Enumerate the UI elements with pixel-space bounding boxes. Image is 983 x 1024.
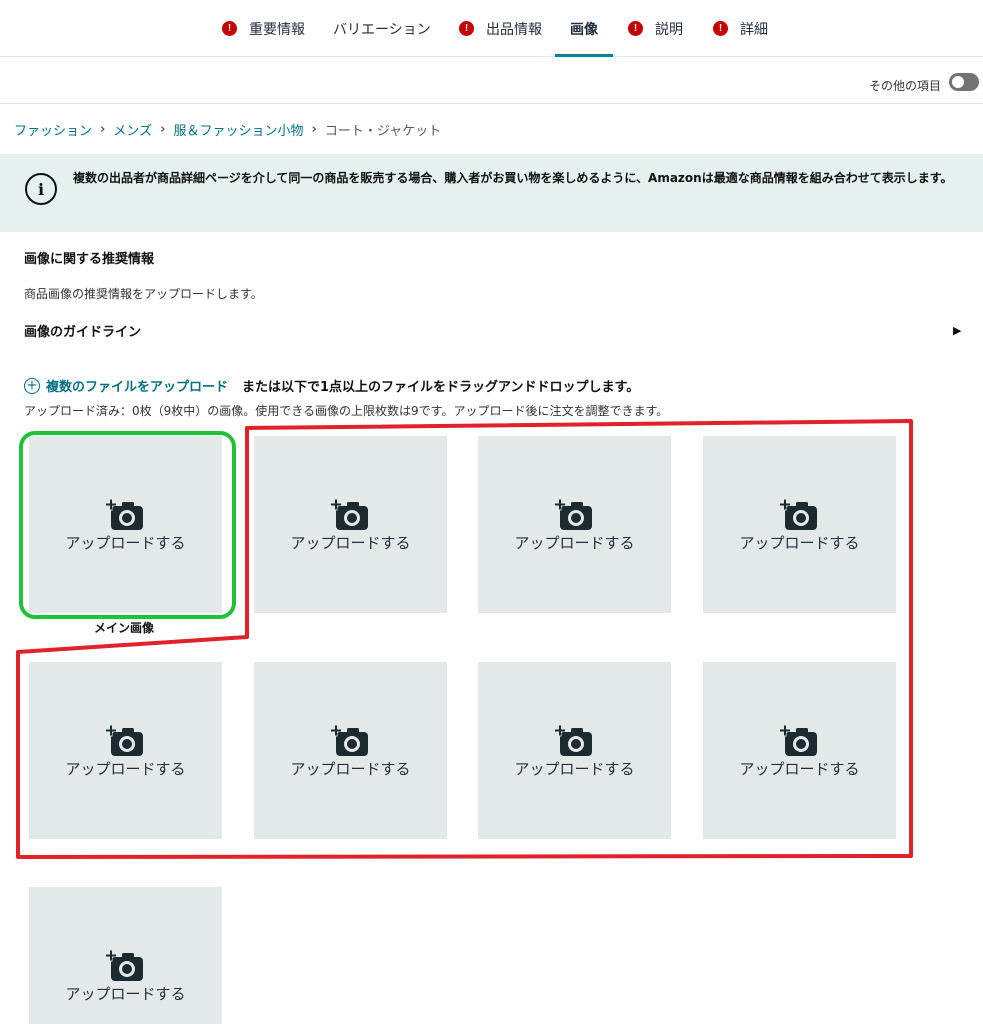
image-guidelines-toggle[interactable]: 画像のガイドライン — [24, 321, 141, 340]
upload-link-label: 複数のファイルをアップロード — [46, 380, 229, 395]
tab-label: 画像 — [570, 21, 598, 38]
image-upload-slot[interactable]: アップロードする — [703, 436, 896, 613]
tab-images[interactable]: 画像 — [555, 0, 613, 57]
alert-icon: ! — [713, 21, 728, 36]
alert-icon: ! — [222, 21, 237, 36]
upload-slot-label: アップロードする — [739, 534, 860, 552]
image-recommendation-description: 商品画像の推奨情報をアップロードします。 — [24, 287, 263, 301]
drag-drop-hint: または以下で1点以上のファイルをドラッグアンドドロップします。 — [242, 380, 640, 395]
image-upload-slot[interactable]: アップロードする — [703, 662, 896, 839]
add-camera-icon — [779, 498, 819, 532]
add-camera-icon — [330, 724, 370, 758]
image-upload-slot[interactable]: アップロードする — [254, 662, 447, 839]
upload-slot-label: アップロードする — [739, 760, 860, 778]
tab-offer[interactable]: ! 出品情報 — [459, 0, 542, 57]
upload-count-text: アップロード済み：0枚（9枚中）の画像。使用できる画像の上限枚数は9です。アップ… — [24, 404, 669, 418]
tab-label: 詳細 — [740, 21, 768, 38]
main-image-caption: メイン画像 — [94, 621, 155, 635]
tab-description[interactable]: ! 説明 — [628, 0, 683, 57]
upload-slot-label: アップロードする — [514, 534, 635, 552]
alert-icon: ! — [459, 21, 474, 36]
toolbar: その他の項目 — [0, 57, 983, 104]
add-camera-icon — [554, 724, 594, 758]
other-fields-toggle[interactable] — [949, 73, 979, 91]
add-camera-icon — [105, 949, 145, 983]
add-camera-icon — [105, 498, 145, 532]
add-camera-icon — [105, 724, 145, 758]
image-upload-slot[interactable]: アップロードする — [478, 662, 671, 839]
alert-icon: ! — [628, 21, 643, 36]
upload-slot-label: アップロードする — [65, 760, 186, 778]
tab-label: 説明 — [655, 21, 683, 38]
info-banner-text: 複数の出品者が商品詳細ページを介して同一の商品を販売する場合、購入者がお買い物を… — [73, 171, 953, 185]
image-upload-slot[interactable]: アップロードする — [29, 662, 222, 839]
upload-slot-label: アップロードする — [514, 760, 635, 778]
image-upload-slot[interactable]: アップロードする — [29, 887, 222, 1024]
other-fields-label: その他の項目 — [868, 79, 941, 93]
upload-slot-label: アップロードする — [65, 985, 186, 1003]
upload-slot-label: アップロードする — [65, 534, 186, 552]
image-upload-slot[interactable]: アップロードする — [254, 436, 447, 613]
tab-label: 重要情報 — [249, 21, 305, 38]
image-recommendation-title: 画像に関する推奨情報 — [24, 252, 155, 267]
upload-multiple-files-link[interactable]: + 複数のファイルをアップロード — [24, 376, 228, 395]
section-tabs: ! 重要情報 バリエーション ! 出品情報 画像 ! 説明 ! 詳細 — [0, 0, 983, 57]
toggle-knob — [952, 76, 964, 88]
breadcrumb-fashion[interactable]: ファッション — [14, 120, 92, 139]
breadcrumb-mens[interactable]: メンズ — [113, 120, 152, 139]
tab-important-info[interactable]: ! 重要情報 — [222, 0, 305, 57]
info-icon: i — [25, 173, 57, 205]
plus-circle-icon: + — [24, 377, 40, 394]
info-banner — [0, 154, 983, 232]
upload-slot-label: アップロードする — [290, 760, 411, 778]
add-camera-icon — [554, 498, 594, 532]
image-upload-slot[interactable]: アップロードする — [478, 436, 671, 613]
upload-instructions: + 複数のファイルをアップロード または以下で1点以上のファイルをドラッグアンド… — [24, 376, 639, 395]
add-camera-icon — [779, 724, 819, 758]
tab-details[interactable]: ! 詳細 — [713, 0, 768, 57]
breadcrumb-separator: › — [160, 122, 166, 137]
main-image-upload-slot[interactable]: アップロードする — [29, 436, 222, 613]
breadcrumb-coats-jackets: コート・ジャケット — [324, 124, 442, 139]
breadcrumb-clothing-accessories[interactable]: 服＆ファッション小物 — [173, 120, 303, 139]
upload-slot-label: アップロードする — [290, 534, 411, 552]
add-camera-icon — [330, 498, 370, 532]
breadcrumb-separator: › — [100, 122, 106, 137]
breadcrumb-separator: › — [311, 122, 317, 137]
breadcrumb: ファッション › メンズ › 服＆ファッション小物 › コート・ジャケット — [14, 120, 441, 139]
caret-right-icon[interactable]: ▶ — [953, 324, 961, 337]
tab-label: バリエーション — [333, 21, 431, 38]
tab-variations[interactable]: バリエーション — [333, 0, 431, 57]
tab-label: 出品情報 — [486, 21, 542, 38]
